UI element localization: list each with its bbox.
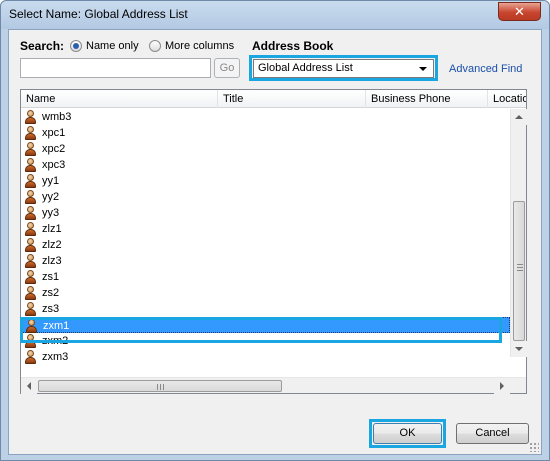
list-header: Name Title Business Phone Location — [21, 90, 526, 108]
list-item[interactable]: zlz3 — [21, 253, 510, 269]
list-item[interactable]: yy2 — [21, 189, 510, 205]
person-icon — [25, 126, 36, 140]
list-item[interactable]: zxm1 — [21, 317, 510, 333]
advanced-find-link[interactable]: Advanced Find — [449, 63, 522, 75]
title-bar[interactable]: Select Name: Global Address List ✕ — [1, 1, 549, 29]
scroll-down-button[interactable] — [511, 341, 527, 357]
list-item[interactable]: zs2 — [21, 285, 510, 301]
person-icon — [25, 174, 36, 188]
list-item[interactable]: xpc1 — [21, 125, 510, 141]
resize-grip[interactable] — [529, 442, 539, 452]
chevron-down-icon — [419, 67, 427, 71]
list-item-name: zlz2 — [42, 239, 62, 251]
horizontal-scroll-thumb[interactable] — [38, 380, 282, 392]
person-icon — [25, 190, 36, 204]
window-title: Select Name: Global Address List — [9, 7, 188, 21]
address-list[interactable]: Name Title Business Phone Location wmb3 x… — [20, 89, 527, 394]
more-columns-radio[interactable] — [149, 40, 161, 52]
person-icon — [25, 142, 36, 156]
list-item-name: zs3 — [42, 303, 60, 315]
list-item[interactable]: xpc2 — [21, 141, 510, 157]
column-header-location[interactable]: Location — [488, 90, 526, 108]
grip-line — [517, 270, 523, 271]
name-only-label[interactable]: Name only — [86, 40, 139, 52]
more-columns-label[interactable]: More columns — [165, 40, 234, 52]
horizontal-scrollbar[interactable] — [21, 377, 526, 394]
close-icon: ✕ — [514, 4, 525, 19]
list-item-name: zlz3 — [42, 255, 62, 267]
arrow-left-icon — [27, 382, 31, 390]
person-icon — [25, 302, 36, 316]
list-item-name: zlz1 — [42, 223, 62, 235]
grip-line — [160, 384, 161, 390]
person-icon — [25, 350, 36, 364]
search-input[interactable] — [20, 58, 211, 78]
arrow-up-icon — [515, 115, 523, 119]
list-item[interactable]: zs3 — [21, 301, 510, 317]
person-icon — [26, 319, 37, 333]
list-item-name: zs1 — [42, 271, 60, 283]
list-item-name: xpc2 — [42, 143, 66, 155]
column-header-business-phone[interactable]: Business Phone — [366, 90, 488, 108]
list-item[interactable]: zlz1 — [21, 221, 510, 237]
list-item-name: yy2 — [42, 191, 60, 203]
list-item-name: xpc3 — [42, 159, 66, 171]
list-item[interactable]: wmb3 — [21, 109, 510, 125]
scroll-up-button[interactable] — [511, 109, 527, 125]
list-item[interactable]: zlz2 — [21, 237, 510, 253]
address-book-dropdown[interactable]: Global Address List — [253, 59, 434, 78]
close-button[interactable]: ✕ — [498, 2, 541, 21]
grip-line — [157, 384, 158, 390]
list-item[interactable]: yy1 — [21, 173, 510, 189]
column-header-title[interactable]: Title — [218, 90, 366, 108]
column-header-name[interactable]: Name — [21, 90, 218, 108]
scroll-right-button[interactable] — [494, 378, 510, 394]
list-item[interactable]: yy3 — [21, 205, 510, 221]
name-only-radio[interactable] — [70, 40, 82, 52]
arrow-down-icon — [515, 347, 523, 351]
cancel-button-label: Cancel — [475, 427, 510, 439]
list-item[interactable]: xpc3 — [21, 157, 510, 173]
person-icon — [25, 206, 36, 220]
list-item[interactable]: zxm3 — [21, 349, 510, 365]
vertical-scroll-thumb[interactable] — [513, 201, 525, 341]
select-name-dialog: Select Name: Global Address List ✕ Searc… — [0, 0, 550, 461]
grip-line — [517, 264, 523, 265]
list-item-name: xpc1 — [42, 127, 66, 139]
search-label: Search: — [20, 39, 65, 53]
address-book-selected: Global Address List — [258, 62, 353, 74]
list-item-name: zs2 — [42, 287, 60, 299]
person-icon — [25, 334, 36, 348]
person-icon — [25, 238, 36, 252]
person-icon — [25, 286, 36, 300]
list-item-name: zxm1 — [43, 320, 70, 332]
list-item-name: zxm3 — [42, 351, 69, 363]
person-icon — [25, 110, 36, 124]
list-item[interactable]: zs1 — [21, 269, 510, 285]
arrow-right-icon — [500, 382, 504, 390]
person-icon — [25, 222, 36, 236]
person-icon — [25, 158, 36, 172]
list-item-name: zxm2 — [42, 335, 69, 347]
person-icon — [25, 254, 36, 268]
dialog-body: Search: Name only More columns Address B… — [8, 29, 542, 455]
list-item-name: yy1 — [42, 175, 60, 187]
ok-button[interactable]: OK — [373, 423, 442, 444]
ok-button-label: OK — [399, 427, 416, 439]
address-book-label: Address Book — [252, 39, 334, 53]
scroll-left-button[interactable] — [21, 378, 37, 394]
list-item-name: yy3 — [42, 207, 60, 219]
list-item-name: wmb3 — [42, 111, 72, 123]
go-button[interactable]: Go — [214, 58, 240, 78]
vertical-scrollbar[interactable] — [510, 109, 527, 357]
person-icon — [25, 270, 36, 284]
list-item[interactable]: zxm2 — [21, 333, 510, 349]
cancel-button[interactable]: Cancel — [456, 423, 529, 444]
go-button-label: Go — [219, 62, 235, 74]
grip-line — [163, 384, 164, 390]
grip-line — [517, 267, 523, 268]
